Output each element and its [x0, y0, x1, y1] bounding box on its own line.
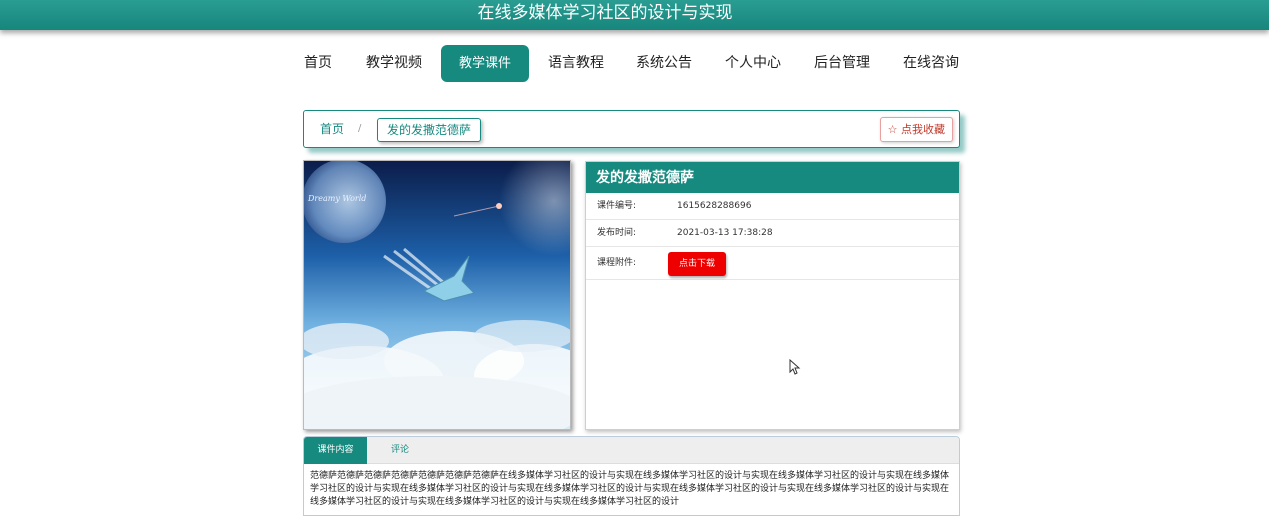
nav-item-language[interactable]: 语言教程: [543, 45, 609, 82]
info-label-publish-time: 发布时间:: [597, 228, 637, 238]
content-tabs-panel: 课件内容 评论 范德萨范德萨范德萨范德萨范德萨范德萨范德萨在线多媒体学习社区的设…: [303, 436, 960, 516]
info-value-publish-time: 2021-03-13 17:38:28: [677, 228, 773, 238]
info-label-attachment: 课程附件:: [597, 258, 637, 268]
nav-item-profile[interactable]: 个人中心: [720, 45, 786, 82]
favorite-button[interactable]: ☆ 点我收藏: [879, 117, 953, 142]
breadcrumb-separator: /: [358, 123, 362, 134]
breadcrumb-current: 发的发撒范德萨: [377, 118, 482, 142]
top-banner: 在线多媒体学习社区的设计与实现: [0, 0, 1269, 30]
mouse-cursor-icon: [789, 359, 801, 375]
info-row-id: 课件编号: 1615628288696: [586, 193, 959, 220]
nav-item-admin[interactable]: 后台管理: [809, 45, 875, 82]
nav-item-videos[interactable]: 教学视频: [361, 45, 427, 82]
courseware-title: 发的发撒范德萨: [586, 162, 959, 193]
courseware-cover-image: Dreamy World: [303, 160, 571, 430]
tab-comments[interactable]: 评论: [380, 437, 420, 464]
info-label-id: 课件编号:: [597, 201, 637, 211]
tab-courseware-content[interactable]: 课件内容: [304, 437, 367, 464]
download-button[interactable]: 点击下载: [668, 252, 726, 276]
site-title: 在线多媒体学习社区的设计与实现: [477, 3, 733, 23]
nav-item-home[interactable]: 首页: [290, 45, 346, 82]
courseware-content-text: 范德萨范德萨范德萨范德萨范德萨范德萨范德萨在线多媒体学习社区的设计与实现在线多媒…: [310, 471, 950, 507]
nav-item-courseware[interactable]: 教学课件: [441, 45, 529, 82]
info-row-attachment: 课程附件: 点击下载: [586, 247, 959, 280]
breadcrumb: 首页 / 发的发撒范德萨 ☆ 点我收藏: [303, 110, 960, 148]
courseware-info-card: 发的发撒范德萨 课件编号: 1615628288696 发布时间: 2021-0…: [585, 161, 960, 430]
tabs-header: 课件内容 评论: [304, 437, 959, 464]
nav-item-announcements[interactable]: 系统公告: [631, 45, 697, 82]
info-row-publish-time: 发布时间: 2021-03-13 17:38:28: [586, 220, 959, 247]
breadcrumb-home-link[interactable]: 首页: [320, 111, 344, 147]
cover-illustration: Dreamy World: [304, 161, 570, 429]
main-nav: 首页 教学视频 教学课件 语言教程 系统公告 个人中心 后台管理 在线咨询: [290, 45, 980, 82]
info-value-id: 1615628288696: [677, 201, 752, 211]
cover-watermark-text: Dreamy World: [307, 194, 366, 203]
nav-item-consult[interactable]: 在线咨询: [898, 45, 964, 82]
